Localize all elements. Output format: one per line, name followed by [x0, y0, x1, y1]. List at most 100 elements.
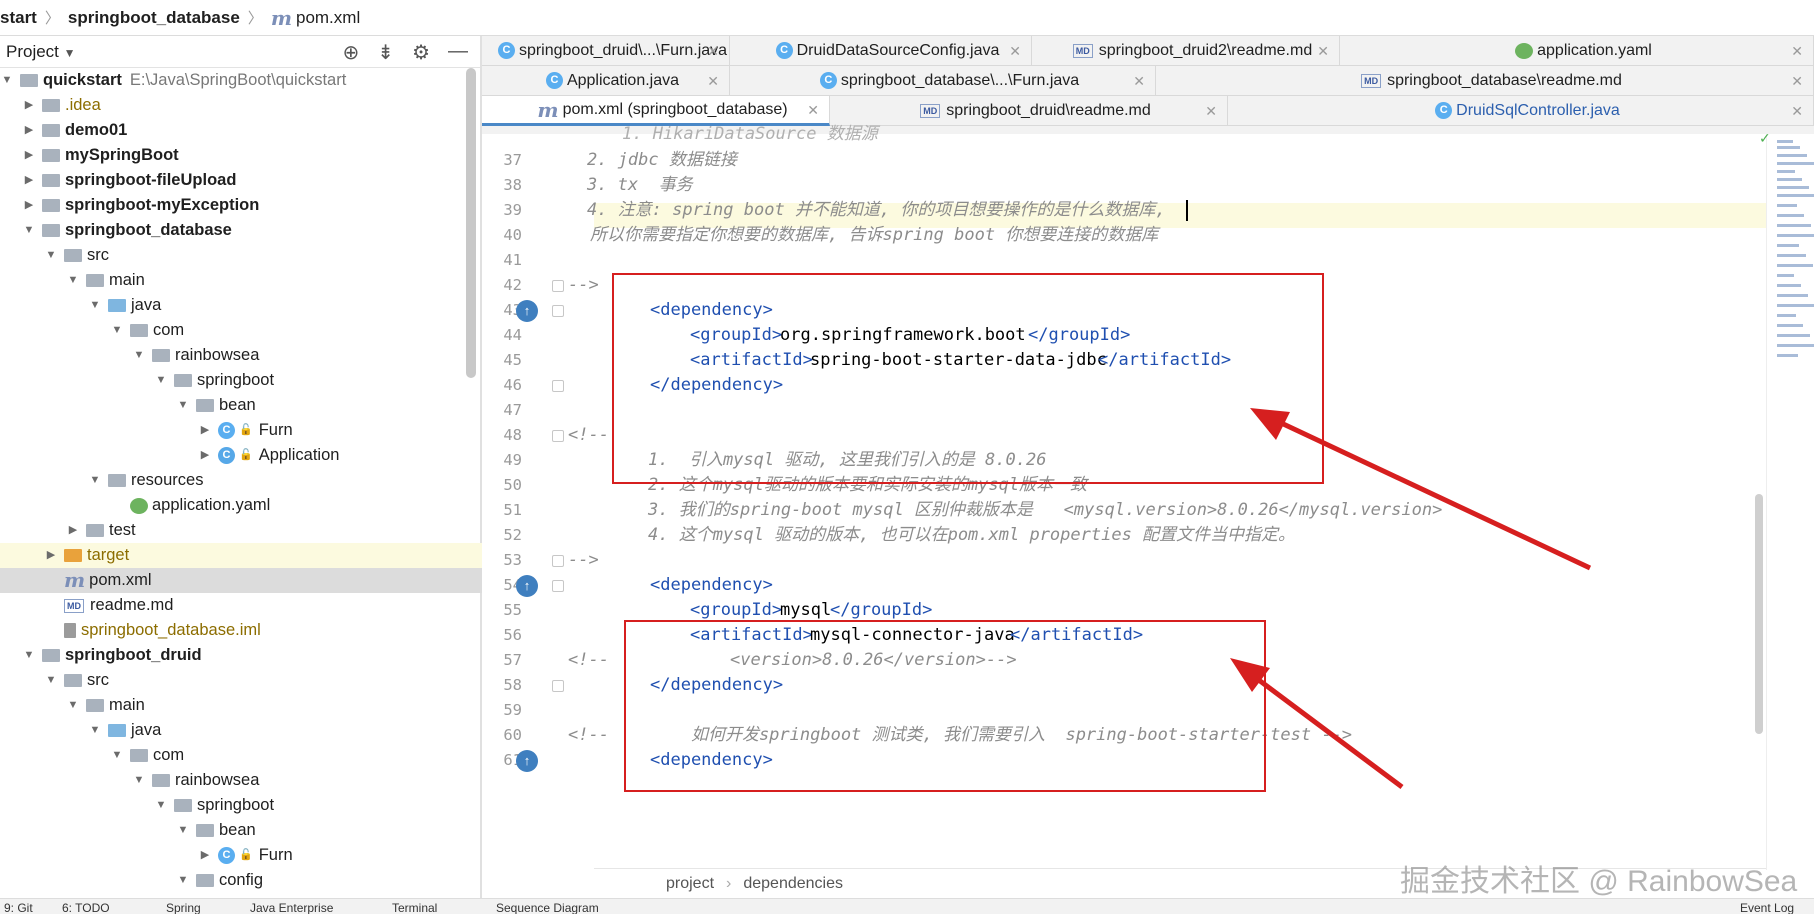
java-enterprise-tool-button[interactable]: Java Enterprise — [250, 901, 333, 914]
minimap[interactable]: ✓ — [1759, 130, 1814, 870]
expand-arrow-icon[interactable]: ▼ — [176, 818, 190, 843]
git-tool-button[interactable]: 9: Git — [4, 901, 33, 914]
line-number[interactable]: 40 — [482, 226, 522, 244]
line-number[interactable]: 37 — [482, 151, 522, 169]
editor-tab[interactable]: Cspringboot_druid\...\Furn.java ✕ — [482, 36, 730, 66]
line-number[interactable]: 44 — [482, 326, 522, 344]
tree-item[interactable]: ▶ C 🔓 Furn — [0, 418, 482, 443]
tree-item[interactable]: ▶ C 🔓 Furn — [0, 843, 482, 868]
tree-item[interactable]: ▼ resources — [0, 468, 482, 493]
expand-arrow-icon[interactable]: ▼ — [44, 668, 58, 693]
editor-tab[interactable]: MD springboot_database\readme.md ✕ — [1156, 66, 1814, 96]
line-number[interactable]: 39 — [482, 201, 522, 219]
editor-scrollbar[interactable] — [1755, 494, 1763, 734]
line-number[interactable]: 48 — [482, 426, 522, 444]
fold-marker-icon[interactable] — [552, 580, 564, 592]
line-number[interactable]: 45 — [482, 351, 522, 369]
expand-arrow-icon[interactable]: ▼ — [0, 68, 14, 93]
line-number[interactable]: 53 — [482, 551, 522, 569]
line-number[interactable]: 57 — [482, 651, 522, 669]
sequence-diagram-tool-button[interactable]: Sequence Diagram — [496, 901, 599, 914]
expand-arrow-icon[interactable]: ▼ — [88, 293, 102, 318]
line-number[interactable]: 46 — [482, 376, 522, 394]
tree-item[interactable]: ▼ springboot — [0, 793, 482, 818]
minimize-icon[interactable]: — — [448, 40, 468, 65]
close-icon[interactable]: ✕ — [1133, 66, 1145, 96]
locate-icon[interactable]: ⊕ — [343, 40, 360, 65]
expand-arrow-icon[interactable]: ▼ — [110, 318, 124, 343]
tree-item[interactable]: ▼ bean — [0, 393, 482, 418]
expand-arrow-icon[interactable]: ▼ — [22, 643, 36, 668]
collapse-arrow-icon[interactable]: ▶ — [22, 168, 36, 193]
collapse-arrow-icon[interactable]: ▶ — [66, 518, 80, 543]
editor-tab[interactable]: Cspringboot_database\...\Furn.java ✕ — [730, 66, 1156, 96]
tree-item[interactable]: ▼ springboot — [0, 368, 482, 393]
expand-arrow-icon[interactable]: ▼ — [66, 693, 80, 718]
line-number[interactable]: 49 — [482, 451, 522, 469]
tree-item[interactable]: ▼ config — [0, 868, 482, 893]
todo-tool-button[interactable]: 6: TODO — [62, 901, 110, 914]
collapse-arrow-icon[interactable]: ▶ — [22, 193, 36, 218]
tree-item[interactable]: ▼ com — [0, 743, 482, 768]
editor-tab[interactable]: MD springboot_druid\readme.md ✕ — [830, 96, 1228, 126]
tree-item[interactable]: ▼ src — [0, 668, 482, 693]
line-number[interactable]: 56 — [482, 626, 522, 644]
tree-item[interactable]: application.yaml — [0, 493, 482, 518]
collapse-arrow-icon[interactable]: ▶ — [198, 443, 212, 468]
expand-arrow-icon[interactable]: ▼ — [88, 468, 102, 493]
nav-item-start[interactable]: start — [0, 8, 37, 28]
line-number[interactable]: 60 — [482, 726, 522, 744]
nav-item-file[interactable]: m pom.xml — [271, 6, 360, 30]
tree-scrollbar[interactable] — [466, 68, 476, 378]
expand-arrow-icon[interactable]: ▼ — [132, 343, 146, 368]
tree-item[interactable]: ▶ target — [0, 543, 482, 568]
tree-item[interactable]: ▶ springboot-fileUpload — [0, 168, 482, 193]
expand-arrow-icon[interactable]: ▼ — [66, 268, 80, 293]
line-number[interactable]: 51 — [482, 501, 522, 519]
editor-tab[interactable]: C DruidSqlController.java ✕ — [1228, 96, 1814, 126]
expand-arrow-icon[interactable]: ▼ — [88, 718, 102, 743]
collapse-all-icon[interactable]: ⇟ — [377, 40, 394, 65]
tree-item[interactable]: springboot_database.iml — [0, 618, 482, 643]
tree-item[interactable]: ▶ C 🔓 Application — [0, 443, 482, 468]
close-icon[interactable]: ✕ — [707, 36, 719, 66]
tree-item[interactable]: ▶ test — [0, 518, 482, 543]
expand-arrow-icon[interactable]: ▼ — [176, 868, 190, 893]
close-icon[interactable]: ✕ — [707, 66, 719, 96]
editor-tab[interactable]: MD springboot_druid2\readme.md ✕ — [1032, 36, 1340, 66]
event-log-button[interactable]: Event Log — [1740, 901, 1794, 914]
tree-item[interactable]: ▼ main — [0, 268, 482, 293]
expand-arrow-icon[interactable]: ▼ — [110, 743, 124, 768]
expand-arrow-icon[interactable]: ▼ — [176, 393, 190, 418]
tree-item[interactable]: ▶ demo01 — [0, 118, 482, 143]
tree-item[interactable]: m pom.xml — [0, 568, 482, 593]
close-icon[interactable]: ✕ — [807, 95, 819, 125]
implement-gutter-icon[interactable]: ↑ — [516, 575, 538, 597]
tree-item[interactable]: ▼ rainbowsea — [0, 343, 482, 368]
expand-arrow-icon[interactable]: ▼ — [154, 368, 168, 393]
terminal-tool-button[interactable]: Terminal — [392, 901, 437, 914]
line-number[interactable]: 50 — [482, 476, 522, 494]
collapse-arrow-icon[interactable]: ▶ — [44, 543, 58, 568]
editor-tab[interactable]: application.yaml ✕ — [1340, 36, 1814, 66]
tree-item[interactable]: ▼ src — [0, 243, 482, 268]
close-icon[interactable]: ✕ — [1205, 96, 1217, 126]
fold-marker-icon[interactable] — [552, 555, 564, 567]
nav-item-project[interactable]: springboot_database — [68, 8, 240, 28]
line-number[interactable]: 52 — [482, 526, 522, 544]
expand-arrow-icon[interactable]: ▼ — [132, 768, 146, 793]
fold-marker-icon[interactable] — [552, 380, 564, 392]
collapse-arrow-icon[interactable]: ▶ — [198, 843, 212, 868]
breadcrumb-project[interactable]: project — [666, 875, 714, 893]
breadcrumb-dependencies[interactable]: dependencies — [743, 875, 843, 893]
collapse-arrow-icon[interactable]: ▶ — [22, 93, 36, 118]
gear-icon[interactable]: ⚙ — [412, 40, 430, 65]
expand-arrow-icon[interactable]: ▼ — [154, 793, 168, 818]
close-icon[interactable]: ✕ — [1317, 36, 1329, 66]
tree-item[interactable]: ▼ springboot_druid — [0, 643, 482, 668]
close-icon[interactable]: ✕ — [1791, 96, 1803, 126]
collapse-arrow-icon[interactable]: ▶ — [22, 118, 36, 143]
close-icon[interactable]: ✕ — [1791, 66, 1803, 96]
tree-item[interactable]: ▼ java — [0, 293, 482, 318]
tree-item[interactable]: ▼ springboot_database — [0, 218, 482, 243]
